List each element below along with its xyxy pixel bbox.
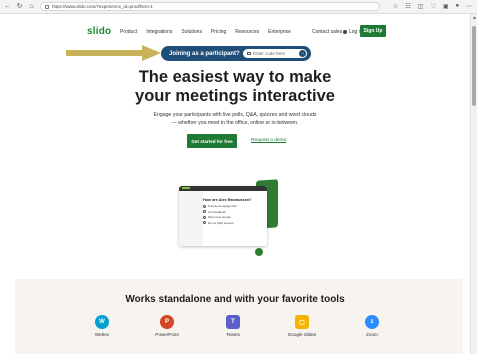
favorites-icon[interactable]: ♡	[430, 3, 435, 10]
zoom-icon: z	[365, 315, 379, 329]
powerpoint-icon: P	[160, 315, 174, 329]
reload-icon[interactable]: ↻	[16, 0, 23, 14]
radio-icon	[203, 215, 206, 219]
vertical-scrollbar[interactable]: ▲	[470, 14, 477, 354]
google-slides-icon: ▢	[295, 315, 309, 329]
url-text: https://www.slido.com/?experience_id=pro…	[52, 4, 153, 9]
teams-icon: T	[226, 315, 240, 329]
browser-toolbar: ← ↻ ⌂ https://www.slido.com/?experience_…	[0, 0, 477, 14]
tool-teams[interactable]: T Teams	[203, 315, 263, 337]
collections-icon[interactable]: ▣	[443, 3, 449, 10]
event-code-input[interactable]: Enter code here →	[243, 49, 307, 58]
event-code-placeholder: Enter code here	[253, 51, 286, 56]
tool-google-slides[interactable]: ▢ Google Slides	[272, 315, 332, 337]
web-page: slido Product Integrations Solutions Pri…	[0, 14, 470, 354]
webex-icon: W	[95, 315, 109, 329]
tool-label: Google Slides	[287, 332, 317, 337]
get-started-button[interactable]: Get started for free	[187, 134, 237, 148]
arrow-right-icon[interactable]: →	[299, 50, 306, 57]
nav-resources[interactable]: Resources	[235, 29, 259, 35]
join-label: Joining as a participant?	[169, 50, 240, 57]
poll-card: How are Alex Rasmussen? Focused engageme…	[203, 198, 258, 238]
poll-option: Meet new people	[203, 215, 258, 219]
scroll-up-icon[interactable]: ▲	[471, 15, 477, 21]
annotation-arrow-icon	[66, 45, 161, 61]
poll-option: Get feedback	[203, 210, 258, 214]
request-demo-link[interactable]: Request a demo	[251, 138, 286, 143]
nav-pricing[interactable]: Pricing	[211, 29, 226, 35]
tool-webex[interactable]: W Webex	[72, 315, 132, 337]
profile-icon[interactable]: ●	[456, 3, 460, 10]
hero-title: The easiest way to make your meetings in…	[135, 68, 335, 105]
tool-label: Teams	[226, 332, 240, 337]
radio-icon	[203, 210, 206, 213]
slido-badge-icon	[255, 248, 263, 256]
signup-button[interactable]: Sign Up	[360, 25, 386, 37]
nav-enterprise[interactable]: Enterprise	[268, 29, 291, 35]
tool-label: Webex	[94, 332, 110, 337]
address-bar[interactable]: https://www.slido.com/?experience_id=pro…	[40, 2, 380, 11]
join-participant-bar: Joining as a participant? Enter code her…	[161, 46, 311, 61]
nav-product[interactable]: Product	[120, 29, 137, 35]
integrations-title: Works standalone and with your favorite …	[125, 294, 345, 305]
poll-option: Focused engagement	[203, 204, 258, 208]
more-icon[interactable]: ⋯	[466, 3, 472, 10]
hero-subtitle: Engage your participants with live polls…	[153, 112, 317, 126]
user-icon	[343, 30, 347, 34]
poll-question: How are Alex Rasmussen?	[203, 198, 252, 202]
tool-label: PowerPoint	[155, 332, 179, 337]
split-icon[interactable]: ◫	[418, 3, 424, 10]
nav-integrations[interactable]: Integrations	[146, 29, 172, 35]
back-icon[interactable]: ←	[4, 0, 11, 14]
tool-powerpoint[interactable]: P PowerPoint	[137, 315, 197, 337]
lock-icon	[45, 4, 49, 9]
keyboard-icon	[247, 52, 251, 55]
radio-icon	[203, 204, 206, 208]
extensions-icon[interactable]: ☷	[405, 3, 410, 10]
star-icon[interactable]: ☆	[393, 3, 398, 10]
contact-sales-link[interactable]: Contact sales	[312, 29, 342, 35]
nav-solutions[interactable]: Solutions	[181, 29, 202, 35]
radio-icon	[203, 221, 206, 224]
poll-option: Run a Q&A session	[203, 221, 258, 225]
main-nav: Product Integrations Solutions Pricing R…	[120, 29, 291, 35]
tool-zoom[interactable]: z Zoom	[342, 315, 402, 337]
home-icon[interactable]: ⌂	[28, 0, 35, 14]
tool-label: Zoom	[366, 332, 378, 337]
scrollbar-thumb[interactable]	[472, 26, 476, 106]
slido-logo[interactable]: slido	[87, 26, 111, 37]
